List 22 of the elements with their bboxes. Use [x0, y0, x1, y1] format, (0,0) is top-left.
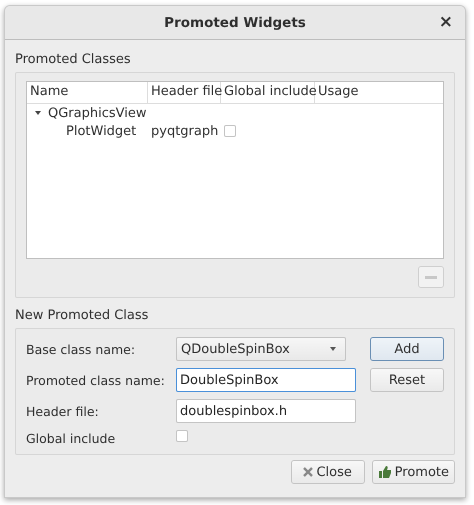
header-file-field[interactable]: doublespinbox.h	[176, 399, 356, 423]
field-label: Global include	[26, 430, 116, 446]
table-cell: pyqtgraph	[151, 124, 218, 138]
field-label: Promoted class name:	[26, 372, 166, 388]
column-header[interactable]: Usage	[315, 82, 443, 103]
tree-item[interactable]: PlotWidget	[66, 124, 136, 138]
reset-button[interactable]: Reset	[370, 368, 444, 392]
add-button[interactable]: Add	[370, 337, 444, 361]
field-label: Header file:	[26, 404, 100, 418]
field-label: Base class name:	[26, 342, 136, 356]
group-title: New Promoted Class	[15, 308, 148, 323]
promote-button[interactable]: Promote	[372, 460, 455, 484]
close-button[interactable]: ×	[438, 14, 453, 30]
close-button[interactable]: Close	[290, 460, 365, 484]
column-header[interactable]: Name	[27, 82, 148, 103]
window-title: Promoted Widgets	[164, 14, 306, 30]
base-class-dropdown[interactable]: QDoubleSpinBox	[176, 337, 346, 361]
promoted-class-field[interactable]: DoubleSpinBox	[176, 368, 356, 392]
group-title: Promoted Classes	[15, 52, 131, 67]
column-header[interactable]: Header file	[148, 82, 221, 103]
column-header[interactable]: Global include	[221, 82, 315, 103]
tree-item[interactable]: QGraphicsView	[48, 106, 146, 120]
